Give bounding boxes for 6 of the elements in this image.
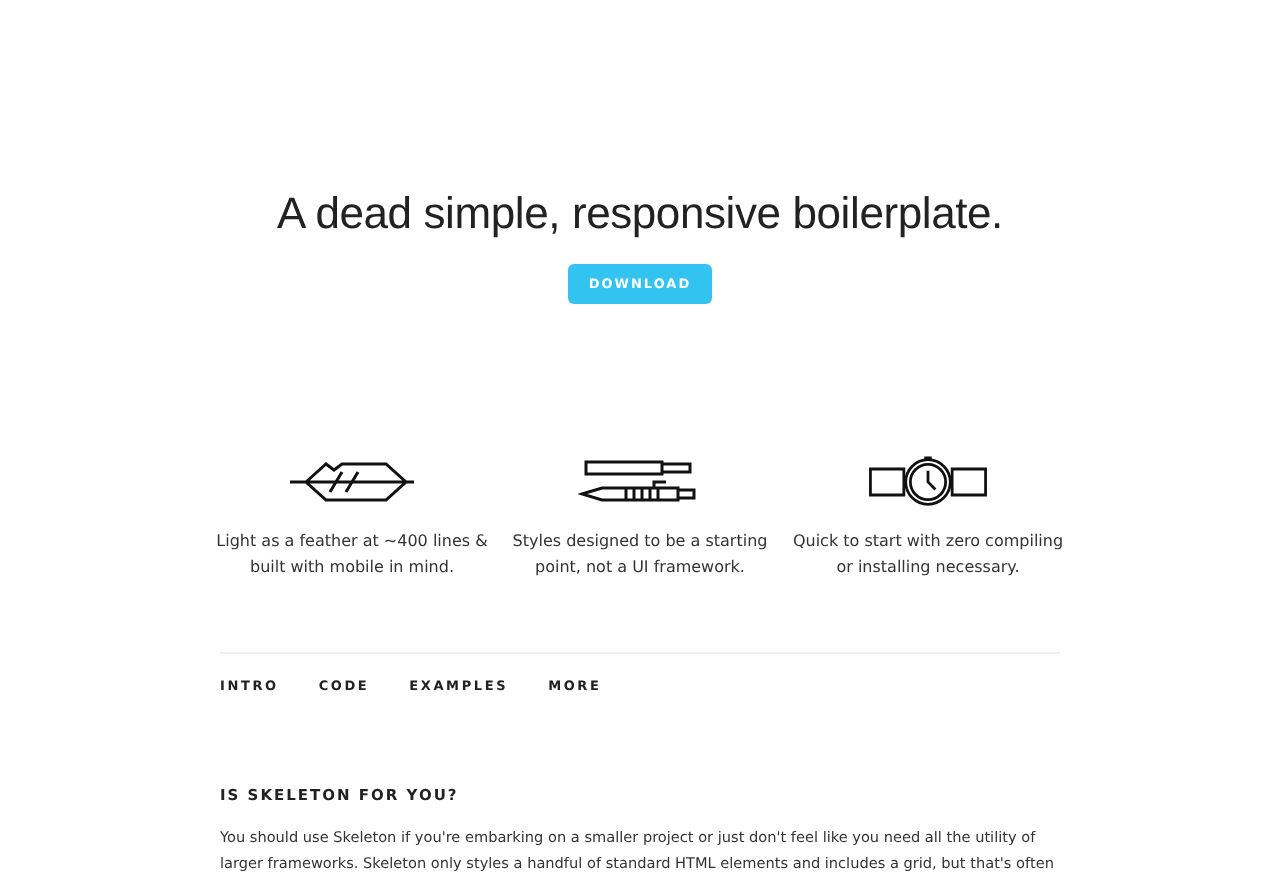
- pens-icon: [578, 456, 702, 508]
- feather-icon: [290, 456, 414, 508]
- feature-text: Styles designed to be a starting point, not a UI framework.: [512, 530, 768, 580]
- hero-title: A dead simple, responsive boilerplate.: [277, 188, 1003, 240]
- feature-text: Quick to start with zero compiling or installing necessary.: [792, 530, 1064, 580]
- feature-text: Light as a feather at ~400 lines & built with mobile in mind.: [216, 530, 488, 580]
